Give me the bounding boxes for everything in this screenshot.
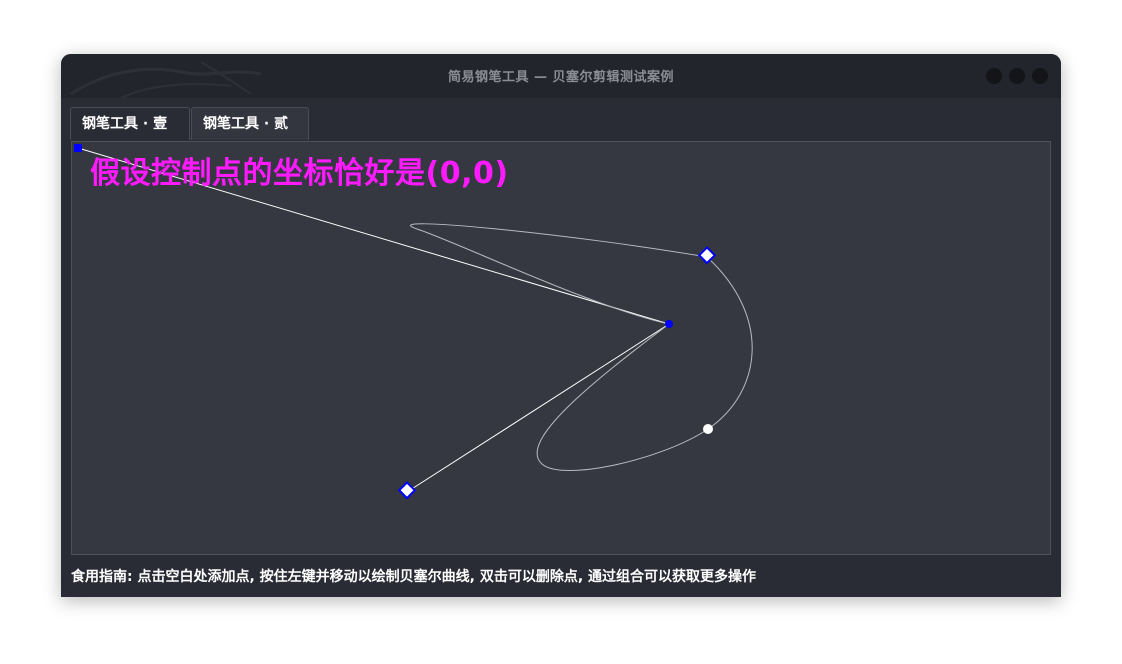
window-title: 简易钢笔工具 — 贝塞尔剪辑测试案例: [447, 70, 675, 85]
drawing-canvas[interactable]: 假设控制点的坐标恰好是(0,0): [71, 141, 1051, 555]
title-bar[interactable]: 简易钢笔工具 — 贝塞尔剪辑测试案例: [61, 54, 1061, 98]
tab-pen-tool-2[interactable]: 钢笔工具 · 贰: [191, 107, 309, 140]
control-point-origin[interactable]: [74, 144, 82, 152]
app-window: 简易钢笔工具 — 贝塞尔剪辑测试案例 钢笔工具 · 壹 钢笔工具 · 贰 假设控: [61, 54, 1061, 597]
bezier-curve-segment[interactable]: [410, 223, 708, 325]
anchor-point-diamond[interactable]: [697, 246, 717, 265]
usage-guide-text: 食用指南: 点击空白处添加点, 按住左键并移动以绘制贝塞尔曲线, 双击可以删除点…: [71, 569, 757, 585]
tab-pen-tool-1[interactable]: 钢笔工具 · 壹: [70, 107, 190, 140]
bezier-canvas-svg[interactable]: [72, 142, 1051, 555]
bezier-curve-segment[interactable]: [536, 323, 709, 471]
anchor-point[interactable]: [703, 424, 713, 434]
bezier-curve-segment[interactable]: [706, 256, 753, 430]
minimize-button[interactable]: [986, 68, 1002, 84]
anchor-point-diamond[interactable]: [397, 481, 417, 500]
close-button[interactable]: [1032, 68, 1048, 84]
control-point[interactable]: [665, 320, 673, 328]
control-point-annotation: 假设控制点的坐标恰好是(0,0): [90, 156, 509, 191]
maximize-button[interactable]: [1009, 68, 1025, 84]
control-handle-line: [406, 323, 670, 493]
